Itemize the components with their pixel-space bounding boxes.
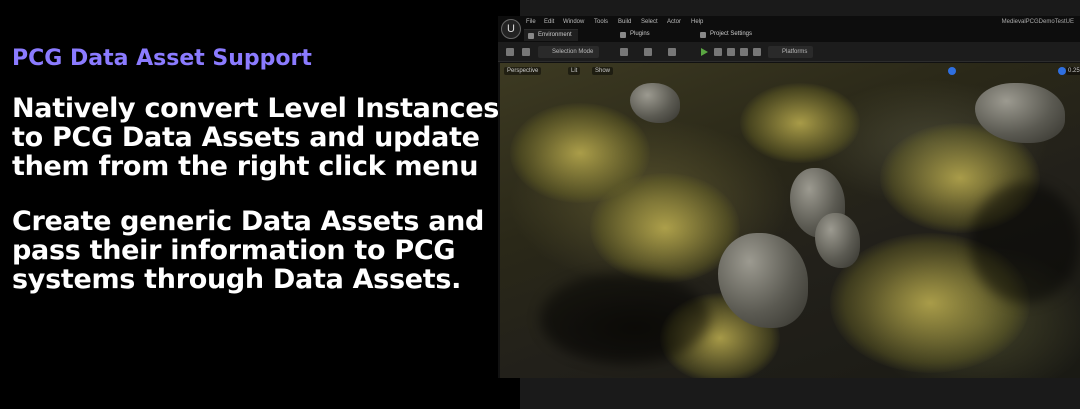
cinematics-icon[interactable] (668, 48, 676, 56)
blueprint-icon[interactable] (644, 48, 652, 56)
viewport-perspective-label[interactable]: Perspective (504, 67, 542, 75)
rock (630, 83, 680, 123)
content-browser-icon[interactable] (522, 48, 530, 56)
stop-icon[interactable] (740, 48, 748, 56)
viewport-show-label[interactable]: Show (592, 67, 614, 75)
rock (815, 213, 860, 268)
viewport-lit-label[interactable]: Lit (568, 67, 581, 75)
add-actor-icon[interactable] (620, 48, 628, 56)
platforms-dropdown[interactable]: Platforms (768, 46, 814, 58)
main-toolbar: Selection Mode Platforms (498, 42, 1080, 62)
camera-speed-icon[interactable] (1058, 67, 1066, 75)
save-icon[interactable] (506, 48, 514, 56)
unreal-logo-icon[interactable]: U (501, 19, 521, 39)
shadow (540, 273, 710, 363)
project-name: MedievalPCGDemoTestUE (1001, 19, 1074, 25)
menu-window[interactable]: Window (563, 19, 584, 25)
step-icon[interactable] (714, 48, 722, 56)
tab-label: Project Settings (710, 31, 753, 37)
camera-speed-value: 0.25 (1066, 67, 1080, 75)
level-icon (528, 33, 534, 39)
settings-icon (700, 32, 706, 38)
pause-icon[interactable] (727, 48, 735, 56)
menu-select[interactable]: Select (641, 19, 658, 25)
unreal-editor-window: U File Edit Window Tools Build Select Ac… (498, 16, 1080, 378)
foliage (740, 83, 860, 163)
tab-plugins[interactable]: Plugins (616, 29, 656, 41)
tab-label: Environment (538, 32, 572, 38)
play-icon[interactable] (701, 48, 708, 56)
tab-label: Plugins (630, 31, 650, 37)
transform-gizmo-icon[interactable] (948, 67, 956, 75)
more-options-icon[interactable] (753, 48, 761, 56)
menu-edit[interactable]: Edit (544, 19, 554, 25)
menu-file[interactable]: File (526, 19, 536, 25)
tab-project-settings[interactable]: Project Settings (696, 29, 758, 41)
slide-paragraph-1: Natively convert Level Instances to PCG … (12, 93, 500, 182)
level-viewport[interactable]: Perspective Lit Show 0.25 (500, 63, 1080, 378)
slide-kicker: PCG Data Asset Support (12, 46, 312, 71)
text-panel: PCG Data Asset Support Natively convert … (0, 0, 520, 409)
menu-bar: U File Edit Window Tools Build Select Ac… (498, 16, 1080, 42)
menu-help[interactable]: Help (691, 19, 703, 25)
menu-build[interactable]: Build (618, 19, 631, 25)
shadow (970, 183, 1080, 303)
menu-actor[interactable]: Actor (667, 19, 681, 25)
menu-tools[interactable]: Tools (594, 19, 608, 25)
slide-paragraph-2: Create generic Data Assets and pass thei… (12, 206, 485, 295)
selection-mode-dropdown[interactable]: Selection Mode (538, 46, 600, 58)
plugin-icon (620, 32, 626, 38)
tab-environment[interactable]: Environment (524, 29, 578, 41)
